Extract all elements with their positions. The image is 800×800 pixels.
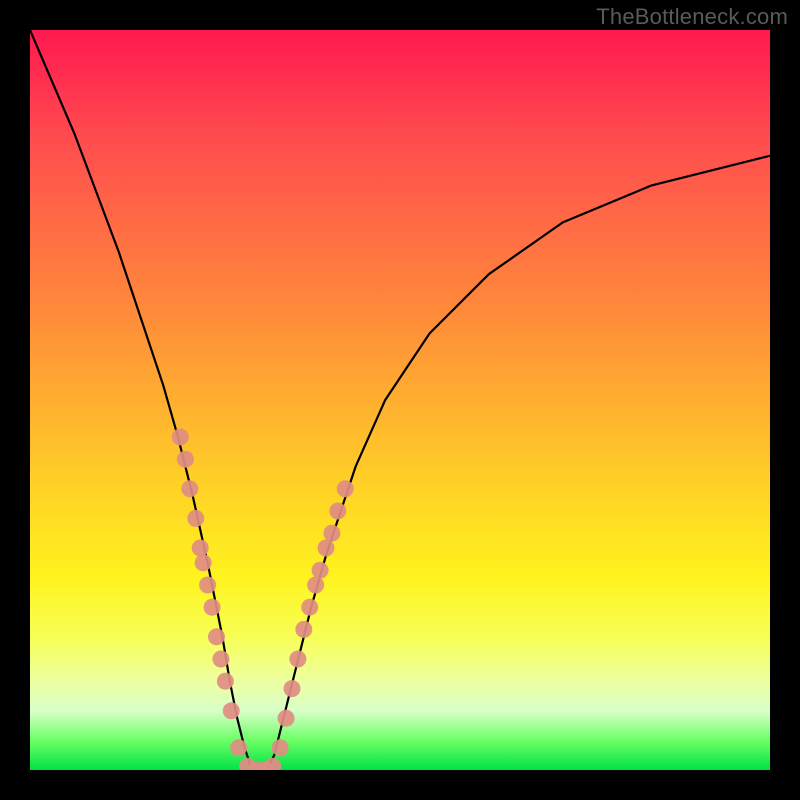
highlight-dot (295, 621, 312, 638)
highlight-dot (283, 680, 300, 697)
highlight-dot (329, 503, 346, 520)
highlight-dot (264, 758, 281, 770)
highlight-dot (181, 480, 198, 497)
highlight-dot (195, 554, 212, 571)
highlight-dot (208, 628, 225, 645)
highlight-dot (192, 540, 209, 557)
highlight-dot (212, 651, 229, 668)
highlight-dot (204, 599, 221, 616)
highlight-dot (318, 540, 335, 557)
highlight-dot (312, 562, 329, 579)
highlight-dot (323, 525, 340, 542)
highlight-dot (172, 429, 189, 446)
curve-layer (30, 30, 770, 770)
highlight-dot (199, 577, 216, 594)
highlight-dot (278, 710, 295, 727)
watermark-text: TheBottleneck.com (596, 4, 788, 30)
highlight-dot (337, 480, 354, 497)
highlight-dot (177, 451, 194, 468)
highlight-dots (172, 429, 354, 771)
highlight-dot (272, 739, 289, 756)
highlight-dot (230, 739, 247, 756)
plot-area (30, 30, 770, 770)
highlight-dot (301, 599, 318, 616)
highlight-dot (187, 510, 204, 527)
highlight-dot (307, 577, 324, 594)
highlight-dot (289, 651, 306, 668)
bottleneck-curve (30, 30, 770, 770)
highlight-dot (223, 702, 240, 719)
chart-frame: TheBottleneck.com (0, 0, 800, 800)
highlight-dot (217, 673, 234, 690)
